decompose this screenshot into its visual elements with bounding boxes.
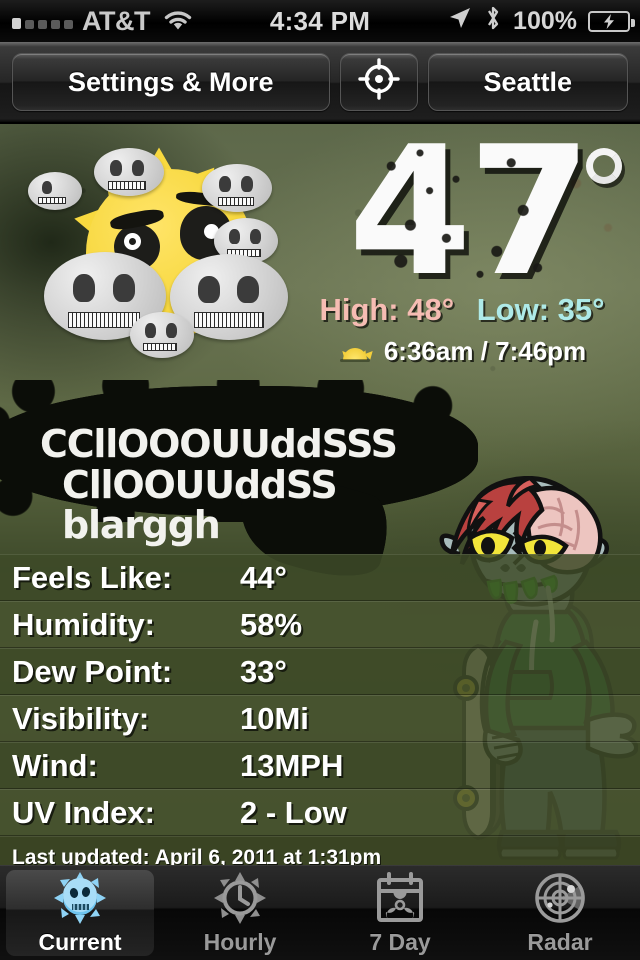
table-row: Wind: 13MPH [0, 742, 640, 789]
detail-value: 44° [240, 559, 287, 595]
tab-label: Hourly [203, 928, 277, 955]
weather-app-screen: AT&T 4:34 PM 100% Settings & More Seattl… [0, 0, 640, 960]
settings-button-label: Settings & More [67, 66, 274, 97]
degree-symbol-icon [586, 148, 622, 184]
temperature-block: 47 [318, 124, 622, 315]
detail-value: 10Mi [240, 700, 309, 736]
zombie-sun-behind-clouds-icon [14, 134, 304, 379]
tab-radar[interactable]: Radar [480, 866, 640, 960]
detail-value: 13MPH [240, 747, 344, 783]
speech-bubble-text: CCllOOOUUddSSS CllOOUUddSS blarggh [40, 424, 470, 546]
status-bar: AT&T 4:34 PM 100% [0, 0, 640, 42]
detail-value: 33° [240, 653, 287, 689]
detail-label: Visibility: [12, 700, 150, 736]
detail-label: UV Index: [12, 794, 155, 830]
tab-label: Radar [527, 928, 593, 955]
navigation-bar: Settings & More Seattle [0, 42, 640, 124]
table-row: UV Index: 2 - Low [0, 789, 640, 836]
speech-line-1: CCllOOOUUddSSS [40, 422, 398, 466]
detail-label: Dew Point: [12, 653, 173, 689]
zombie-sun-icon [53, 871, 107, 925]
detail-label: Feels Like: [12, 559, 173, 595]
detail-value: 2 - Low [240, 794, 347, 830]
locate-me-button[interactable] [339, 53, 418, 111]
crosshair-icon [357, 57, 401, 108]
city-button[interactable]: Seattle [427, 53, 629, 111]
city-button-label: Seattle [483, 66, 573, 97]
high-temperature-label: High: 48° [319, 292, 455, 327]
settings-and-more-button[interactable]: Settings & More [12, 53, 330, 111]
clock-label: 4:34 PM [269, 5, 371, 36]
detail-label: Wind: [12, 747, 98, 783]
biohazard-calendar-icon [373, 871, 427, 925]
high-low-row: High: 48° Low: 35° [302, 292, 622, 328]
detail-value: 58% [240, 606, 303, 642]
clock-sun-icon [213, 871, 267, 925]
current-temperature: 47 [348, 124, 592, 315]
low-temperature-label: Low: 35° [476, 292, 605, 327]
tab-current[interactable]: Current [0, 866, 160, 960]
radar-sweep-icon [533, 871, 587, 925]
tab-hourly[interactable]: Hourly [160, 866, 320, 960]
tab-label: Current [38, 928, 122, 955]
details-table: Feels Like: 44° Humidity: 58% Dew Point:… [0, 554, 640, 878]
detail-label: Humidity: [12, 606, 155, 642]
table-row: Dew Point: 33° [0, 648, 640, 695]
speech-line-2: CllOOUUddSS blarggh [62, 462, 338, 548]
table-row: Feels Like: 44° [0, 554, 640, 601]
sunrise-sunset-label: 6:36am / 7:46pm [383, 336, 587, 366]
battery-charging-icon [588, 10, 635, 32]
tab-7-day[interactable]: 7 Day [320, 866, 480, 960]
tab-label: 7 Day [369, 928, 431, 955]
tab-bar: Current Hourly 7 Day Radar [0, 865, 640, 960]
table-row: Humidity: 58% [0, 601, 640, 648]
sunrise-icon [338, 341, 376, 363]
table-row: Visibility: 10Mi [0, 695, 640, 742]
sunrise-sunset-row: 6:36am / 7:46pm [302, 336, 622, 367]
